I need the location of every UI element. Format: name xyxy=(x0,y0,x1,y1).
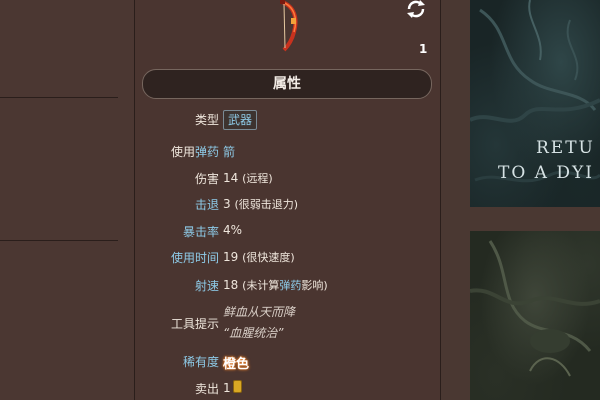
artwork-background xyxy=(470,240,600,377)
divider xyxy=(0,97,118,98)
knockback-label[interactable]: 击退 xyxy=(195,196,219,213)
artwork-title-line-2: TO A DYI xyxy=(498,163,594,183)
damage-value: 14 (远程) xyxy=(223,171,273,185)
type-value: 武器 xyxy=(223,110,258,130)
section-header: 属性 xyxy=(142,69,432,99)
divider xyxy=(0,240,118,241)
type-chip[interactable]: 武器 xyxy=(223,110,258,130)
knockback-value: 3 (很弱击退力) xyxy=(223,197,299,211)
velocity-ammo-link[interactable]: 弹药 xyxy=(279,279,301,292)
usetime-value: 19 (很快速度) xyxy=(223,250,295,264)
gold-coin-icon xyxy=(232,380,242,393)
refresh-icon[interactable] xyxy=(405,0,427,18)
left-panel xyxy=(0,0,134,400)
item-infobox: 1 属性 类型 武器 使用弹药 箭 伤害 14 (远程) 击退 3 (很弱击退力… xyxy=(135,0,440,400)
type-label: 类型 xyxy=(194,113,219,127)
crit-label[interactable]: 暴击率 xyxy=(183,223,219,240)
sell-value: 1 xyxy=(223,380,242,395)
stack-count: 1 xyxy=(419,42,428,56)
sell-label: 卖出 xyxy=(194,382,219,396)
rarity-value: 橙色 xyxy=(223,357,250,372)
artwork-banner[interactable] xyxy=(470,231,600,400)
velocity-value: 18 (未计算弹药影响) xyxy=(223,278,328,292)
rarity-label[interactable]: 稀有度 xyxy=(183,353,219,370)
crit-value: 4% xyxy=(223,223,243,237)
damage-label: 伤害 xyxy=(194,172,219,186)
velocity-label[interactable]: 射速 xyxy=(195,277,219,294)
usetime-label[interactable]: 使用时间 xyxy=(171,249,219,266)
ammo-label: 使用弹药 xyxy=(170,145,219,159)
artwork-title-line-1: RETU xyxy=(536,138,595,158)
tooltip-line-1: 鲜血从天而降 xyxy=(223,305,296,319)
ammo-link[interactable]: 弹药 xyxy=(195,145,219,159)
tooltip-label: 工具提示 xyxy=(170,317,219,331)
artwork-banner[interactable]: RETU TO A DYI xyxy=(470,0,600,207)
bow-sprite xyxy=(280,0,298,52)
tooltip-line-2: “血腥统治” xyxy=(223,326,284,340)
ammo-value[interactable]: 箭 xyxy=(223,143,235,160)
